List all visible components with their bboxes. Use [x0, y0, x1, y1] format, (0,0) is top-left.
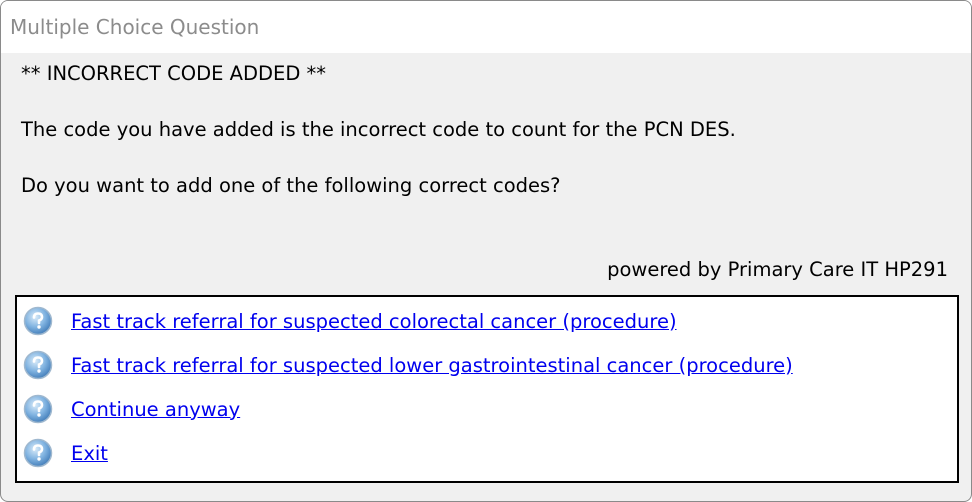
window-title: Multiple Choice Question — [10, 15, 260, 39]
message-line-1: The code you have added is the incorrect… — [21, 118, 736, 141]
option-label[interactable]: Continue anyway — [71, 398, 240, 421]
message-line-2: Do you want to add one of the following … — [21, 174, 561, 197]
message-heading: ** INCORRECT CODE ADDED ** — [21, 62, 327, 85]
question-icon — [23, 438, 53, 468]
option-continue-anyway[interactable]: Continue anyway — [23, 393, 240, 425]
option-label[interactable]: Fast track referral for suspected colore… — [71, 310, 677, 333]
option-label[interactable]: Exit — [71, 442, 108, 465]
option-exit[interactable]: Exit — [23, 437, 108, 469]
option-label[interactable]: Fast track referral for suspected lower … — [71, 354, 793, 377]
option-colorectal-cancer-referral[interactable]: Fast track referral for suspected colore… — [23, 305, 677, 337]
option-lower-gi-cancer-referral[interactable]: Fast track referral for suspected lower … — [23, 349, 793, 381]
question-icon — [23, 394, 53, 424]
title-bar[interactable]: Multiple Choice Question — [1, 1, 971, 53]
question-icon — [23, 350, 53, 380]
powered-by-text: powered by Primary Care IT HP291 — [607, 258, 948, 281]
options-list: Fast track referral for suspected colore… — [15, 295, 959, 483]
question-icon — [23, 306, 53, 336]
dialog-window: Multiple Choice Question ** INCORRECT CO… — [0, 0, 972, 502]
